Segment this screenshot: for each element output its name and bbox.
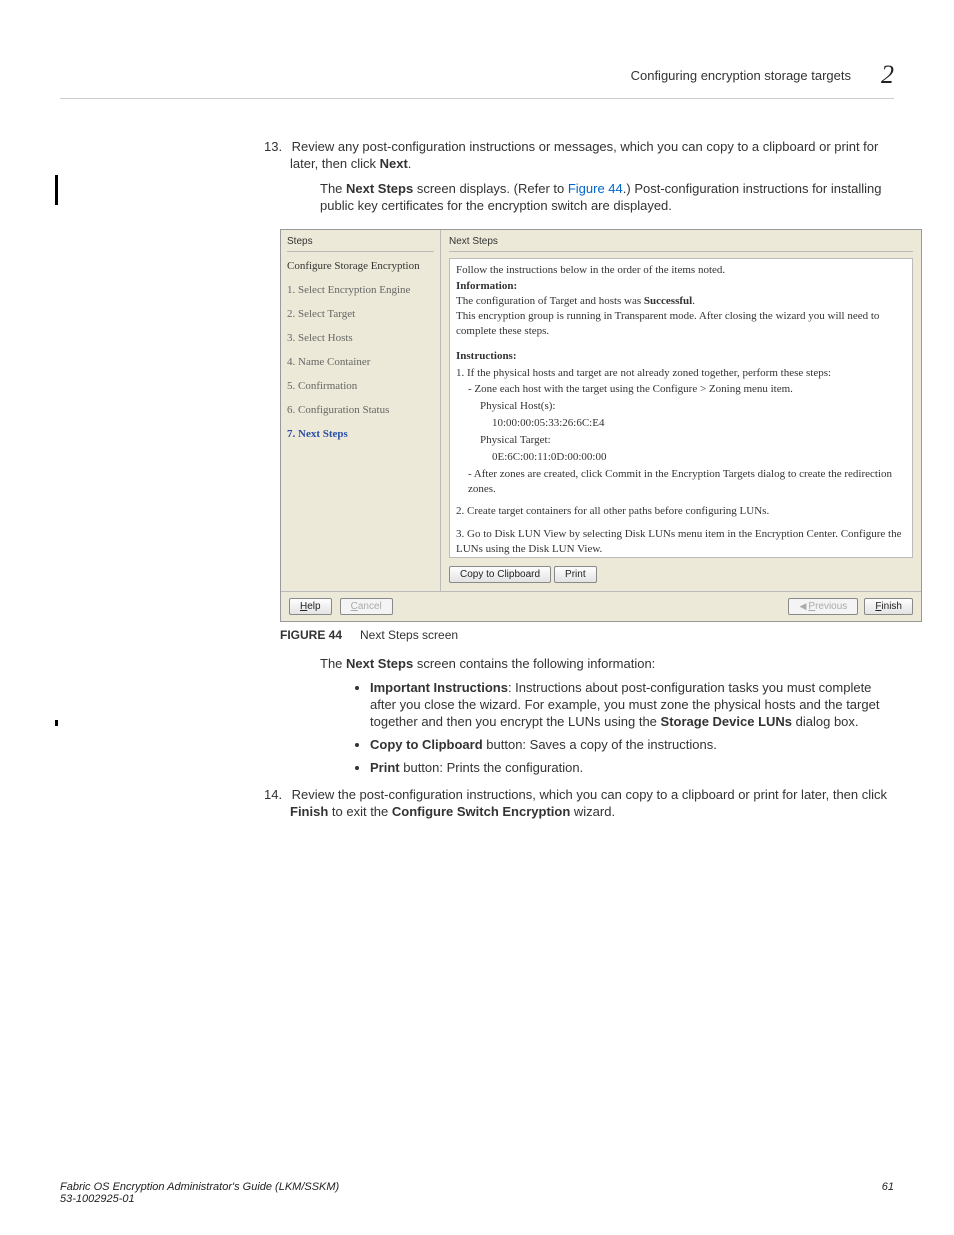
header-title: Configuring encryption storage targets [631, 68, 851, 83]
help-button[interactable]: HHelpelp [289, 598, 332, 615]
wizard-step-5: 5. Confirmation [287, 374, 434, 398]
action-button-row: Copy to Clipboard Print [449, 566, 913, 583]
bullet-list: Important Instructions: Instructions abo… [320, 680, 894, 776]
instr-1: 1. If the physical hosts and target are … [456, 366, 906, 381]
page: Configuring encryption storage targets 2… [0, 0, 954, 821]
wizard-step-2: 2. Select Target [287, 302, 434, 326]
footer-left: Fabric OS Encryption Administrator's Gui… [60, 1181, 339, 1205]
page-number: 61 [882, 1181, 894, 1205]
instr-1f: - After zones are created, click Commit … [456, 467, 906, 497]
step-14: 14. Review the post-configuration instru… [290, 787, 894, 821]
instr-1e: 0E:6C:00:11:0D:00:00:00 [456, 450, 906, 465]
bullet-print: Print button: Prints the configuration. [370, 760, 894, 777]
wizard-step-6: 6. Configuration Status [287, 398, 434, 422]
figure-label: FIGURE 44 [280, 628, 342, 642]
instr-1c: 10:00:00:05:33:26:6C:E4 [456, 416, 906, 431]
instr-1d: Physical Target: [456, 433, 906, 448]
information-heading: Information: [456, 279, 906, 294]
next-label: Next [380, 156, 408, 171]
change-bar [55, 720, 58, 726]
page-header: Configuring encryption storage targets 2 [60, 60, 894, 99]
wizard-content-panel: Next Steps Follow the instructions below… [441, 230, 921, 591]
step-14-text: Review the post-configuration instructio… [290, 787, 887, 819]
panel-title: Next Steps [449, 236, 913, 252]
print-button[interactable]: Print [554, 566, 597, 583]
next-steps-screenshot: Steps Configure Storage Encryption 1. Se… [280, 229, 922, 622]
bullet-copy: Copy to Clipboard button: Saves a copy o… [370, 737, 894, 754]
wizard-step-1: 1. Select Encryption Engine [287, 278, 434, 302]
wizard-step-3: 3. Select Hosts [287, 326, 434, 350]
change-bar [55, 175, 58, 205]
info-lead: Follow the instructions below in the ord… [456, 263, 906, 278]
steps-heading: Steps [287, 236, 434, 252]
cancel-button: CancelCancel [340, 598, 393, 615]
instr-3: 3. Go to Disk LUN View by selecting Disk… [456, 527, 906, 557]
info-line-1: The configuration of Target and hosts wa… [456, 294, 906, 309]
steps-group-label: Configure Storage Encryption [287, 252, 434, 278]
figure-text: Next Steps screen [360, 628, 458, 642]
figure-44-link[interactable]: Figure 44 [568, 181, 623, 196]
finish-button[interactable]: FinishFinish [864, 598, 913, 615]
step-13-text: Review any post-configuration instructio… [290, 139, 878, 171]
wizard-step-7: 7. Next Steps [287, 422, 434, 446]
bullet-important-instructions: Important Instructions: Instructions abo… [370, 680, 894, 731]
wizard-steps-panel: Steps Configure Storage Encryption 1. Se… [281, 230, 441, 591]
instructions-heading: Instructions: [456, 349, 906, 364]
previous-button: ◀PreviousPrevious [788, 598, 858, 615]
info-line-2: This encryption group is running in Tran… [456, 309, 906, 339]
instr-2: 2. Create target containers for all othe… [456, 504, 906, 519]
figure-caption: FIGURE 44 Next Steps screen [280, 628, 894, 642]
instr-1b: Physical Host(s): [456, 399, 906, 414]
step-number: 14. [264, 787, 288, 802]
page-footer: Fabric OS Encryption Administrator's Gui… [60, 1181, 894, 1205]
copy-to-clipboard-button[interactable]: Copy to Clipboard [449, 566, 551, 583]
instr-1a: - Zone each host with the target using t… [456, 382, 906, 397]
instructions-textbox: Follow the instructions below in the ord… [449, 258, 913, 558]
step-number: 13. [264, 139, 288, 154]
chapter-number: 2 [881, 60, 894, 90]
step-13-desc: The Next Steps screen displays. (Refer t… [290, 181, 894, 215]
wizard-bottom-bar: HHelpelp CancelCancel ◀PreviousPrevious … [281, 591, 921, 621]
wizard-step-4: 4. Name Container [287, 350, 434, 374]
step-13: 13. Review any post-configuration instru… [290, 139, 894, 215]
next-steps-intro: The Next Steps screen contains the follo… [60, 656, 894, 673]
